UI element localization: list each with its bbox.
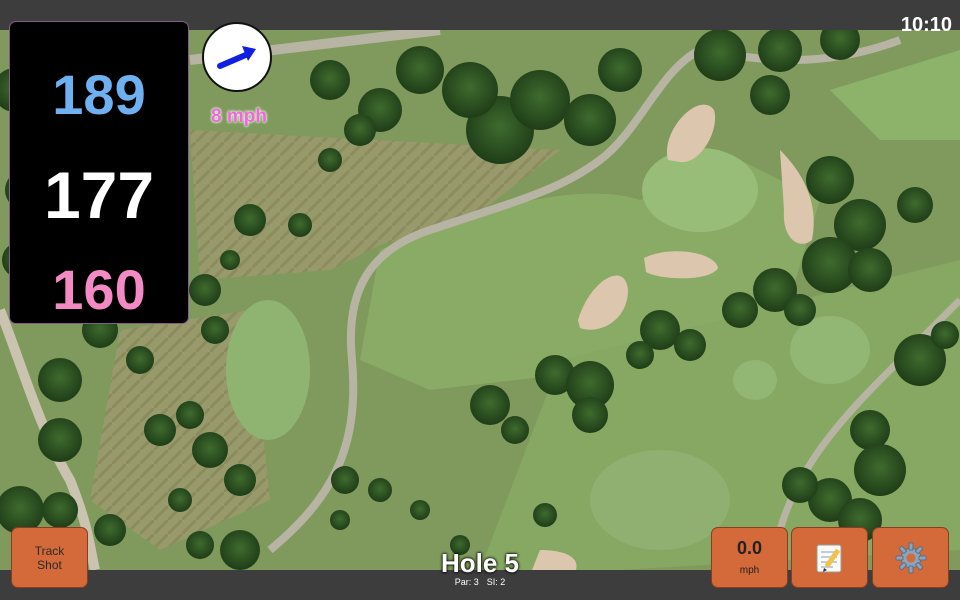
status-clock: 10:10 bbox=[900, 14, 952, 36]
front-yardage: 160 bbox=[10, 257, 188, 322]
wind-direction-arrow-icon bbox=[217, 46, 256, 69]
front-yardage-value: 160 bbox=[52, 258, 146, 321]
hole-stroke-index: SI: 2 bbox=[486, 577, 506, 587]
back-yardage: 189 bbox=[10, 62, 188, 127]
settings-button[interactable] bbox=[873, 528, 948, 587]
wind-indicator bbox=[202, 22, 272, 92]
track-shot-button[interactable]: Track Shot bbox=[12, 528, 87, 587]
hole-title: Hole 5 bbox=[440, 548, 520, 578]
shot-speed-value: 0.0 bbox=[736, 537, 763, 558]
gear-icon bbox=[895, 542, 926, 573]
notes-button[interactable] bbox=[792, 528, 867, 587]
middle-yardage: 177 bbox=[10, 157, 188, 233]
notepad-icon bbox=[816, 544, 841, 572]
track-shot-label-line2: Shot bbox=[37, 557, 62, 572]
shot-speed-button[interactable]: 0.0 mph bbox=[712, 528, 787, 587]
yardage-panel: 189 177 160 bbox=[10, 22, 188, 323]
hole-par: Par: 3 bbox=[454, 577, 479, 587]
middle-yardage-value: 177 bbox=[43, 158, 155, 232]
wind-speed: 8 mph bbox=[211, 106, 267, 127]
hole-info: Par: 3 SI: 2 bbox=[380, 577, 580, 587]
track-shot-label-line1: Track bbox=[34, 543, 65, 558]
back-yardage-value: 189 bbox=[52, 63, 146, 126]
shot-speed-unit: mph bbox=[739, 564, 760, 576]
